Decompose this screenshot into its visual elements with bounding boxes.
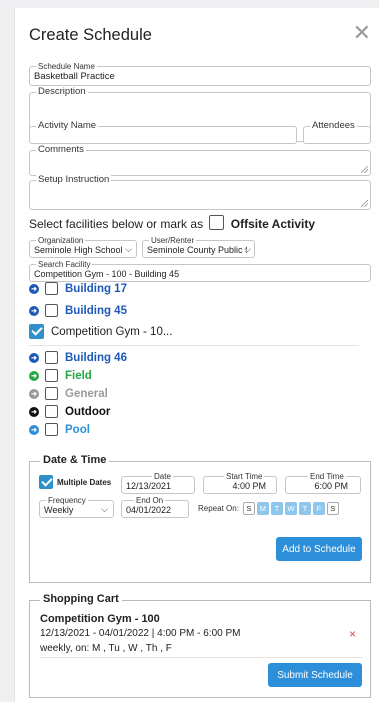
facility-checkbox[interactable] xyxy=(45,405,58,418)
facility-checkbox[interactable] xyxy=(29,324,44,339)
facility-item-outdoor[interactable]: ➜ Outdoor xyxy=(29,405,110,418)
schedule-name-field[interactable]: Schedule Name Basketball Practice xyxy=(29,61,371,86)
facility-label: Building 17 xyxy=(65,282,127,295)
chevron-down-icon: ⌵ xyxy=(244,244,251,254)
facility-item-pool[interactable]: ➜ Pool xyxy=(29,423,90,436)
facility-checkbox[interactable] xyxy=(45,351,58,364)
attendees-label: Attendees xyxy=(310,120,357,131)
arrow-right-icon[interactable]: ➜ xyxy=(29,406,39,417)
offsite-label: Offsite Activity xyxy=(230,217,316,231)
offsite-prefix: Select facilities below or mark as xyxy=(29,217,204,231)
submit-schedule-button[interactable]: Submit Schedule xyxy=(268,663,362,687)
day-toggle-sunday[interactable]: S xyxy=(242,502,255,515)
day-toggle-saturday[interactable]: S xyxy=(326,502,339,515)
search-facility-field[interactable]: Search Facility Competition Gym - 100 - … xyxy=(29,259,371,282)
date-value: 12/13/2021 xyxy=(126,481,172,491)
arrow-right-icon[interactable]: ➜ xyxy=(29,283,39,294)
facility-label: Competition Gym - 10... xyxy=(51,325,173,338)
remove-icon[interactable]: × xyxy=(349,627,356,641)
repeat-on-label: Repeat On: xyxy=(198,504,239,513)
facility-checkbox[interactable] xyxy=(45,387,58,400)
offsite-row: Select facilities below or mark as Offsi… xyxy=(29,215,316,232)
facility-label: Field xyxy=(65,369,92,382)
end-time-value: 6:00 PM xyxy=(314,481,348,491)
facility-label: Building 46 xyxy=(65,351,127,364)
multiple-dates-label: Multiple Dates xyxy=(57,477,112,487)
facility-label: Outdoor xyxy=(65,405,111,418)
facility-label: Pool xyxy=(65,423,90,436)
organization-select[interactable]: Organization Seminole High School ⌵ xyxy=(29,235,137,258)
end-on-value: 04/01/2022 xyxy=(126,505,172,515)
frequency-select[interactable]: Frequency Weekly ⌵ xyxy=(39,495,114,518)
facility-item-general[interactable]: ➜ General xyxy=(29,387,108,400)
day-toggle-tuesday[interactable]: T xyxy=(270,502,283,515)
comments-label: Comments xyxy=(36,144,86,155)
facility-item-building-17[interactable]: ➜ Building 17 xyxy=(29,282,127,295)
organization-value: Seminole High School xyxy=(34,245,123,255)
setup-instruction-label: Setup Instruction xyxy=(36,174,112,185)
end-time-field[interactable]: End Time 6:00 PM xyxy=(285,471,361,494)
arrow-right-icon[interactable]: ➜ xyxy=(29,424,39,435)
facility-label: General xyxy=(65,387,108,400)
repeat-on-row: Repeat On: S M T W T F S xyxy=(198,502,341,515)
dialog-title: Create Schedule xyxy=(29,26,152,44)
date-field[interactable]: Date 12/13/2021 xyxy=(121,471,195,494)
end-on-field[interactable]: End On 04/01/2022 xyxy=(121,495,189,518)
facility-label: Building 45 xyxy=(65,304,127,317)
facility-checkbox[interactable] xyxy=(45,304,58,317)
facility-checkbox[interactable] xyxy=(45,423,58,436)
close-icon[interactable]: ✕ xyxy=(353,22,371,44)
add-to-schedule-button[interactable]: Add to Schedule xyxy=(276,537,362,561)
arrow-right-icon[interactable]: ➜ xyxy=(29,305,39,316)
facility-checkbox[interactable] xyxy=(45,369,58,382)
user-renter-value: Seminole County Public Sc xyxy=(147,245,247,255)
facility-item-field[interactable]: ➜ Field xyxy=(29,369,92,382)
cart-item-repeat: weekly, on: M , Tu , W , Th , F xyxy=(40,643,172,654)
start-time-field[interactable]: Start Time 4:00 PM xyxy=(203,471,277,494)
day-toggle-wednesday[interactable]: W xyxy=(284,502,297,515)
divider xyxy=(29,345,359,346)
activity-name-label: Activity Name xyxy=(36,120,99,131)
facility-item-competition-gym[interactable]: Competition Gym - 10... xyxy=(29,324,172,339)
chevron-down-icon: ⌵ xyxy=(101,504,108,514)
chevron-down-icon: ⌵ xyxy=(125,244,132,254)
schedule-name-value: Basketball Practice xyxy=(34,71,115,82)
date-time-title: Date & Time xyxy=(40,454,110,466)
comments-field[interactable]: Comments xyxy=(29,144,371,176)
multiple-dates-checkbox[interactable] xyxy=(39,475,53,489)
facility-item-building-46[interactable]: ➜ Building 46 xyxy=(29,351,127,364)
shopping-cart-group: Shopping Cart Competition Gym - 100 12/1… xyxy=(29,593,371,698)
arrow-right-icon[interactable]: ➜ xyxy=(29,370,39,381)
resize-grip-icon[interactable] xyxy=(361,200,368,207)
start-time-value: 4:00 PM xyxy=(232,481,266,491)
cart-item-name: Competition Gym - 100 xyxy=(40,613,160,625)
date-time-group: Date & Time Multiple Dates Date 12/13/20… xyxy=(29,454,371,583)
day-toggle-thursday[interactable]: T xyxy=(298,502,311,515)
facility-item-building-45[interactable]: ➜ Building 45 xyxy=(29,304,127,317)
arrow-right-icon[interactable]: ➜ xyxy=(29,388,39,399)
divider xyxy=(40,657,362,658)
activity-name-field[interactable]: Activity Name xyxy=(29,120,297,144)
attendees-field[interactable]: Attendees xyxy=(303,120,371,144)
resize-grip-icon[interactable] xyxy=(361,166,368,173)
day-toggle-monday[interactable]: M xyxy=(256,502,269,515)
user-renter-select[interactable]: User/Renter Seminole County Public Sc ⌵ xyxy=(142,235,255,258)
frequency-value: Weekly xyxy=(44,505,74,515)
search-facility-value: Competition Gym - 100 - Building 45 xyxy=(34,269,180,279)
facility-checkbox[interactable] xyxy=(45,282,58,295)
shopping-cart-title: Shopping Cart xyxy=(40,593,122,605)
description-label: Description xyxy=(36,86,88,97)
arrow-right-icon[interactable]: ➜ xyxy=(29,352,39,363)
multiple-dates-toggle[interactable]: Multiple Dates xyxy=(39,475,111,489)
offsite-checkbox[interactable] xyxy=(209,215,225,231)
setup-instruction-field[interactable]: Setup Instruction xyxy=(29,174,371,210)
create-schedule-dialog: Create Schedule ✕ Schedule Name Basketba… xyxy=(14,8,379,702)
cart-item-dates: 12/13/2021 - 04/01/2022 | 4:00 PM - 6:00… xyxy=(40,628,241,639)
day-toggle-friday[interactable]: F xyxy=(312,502,325,515)
